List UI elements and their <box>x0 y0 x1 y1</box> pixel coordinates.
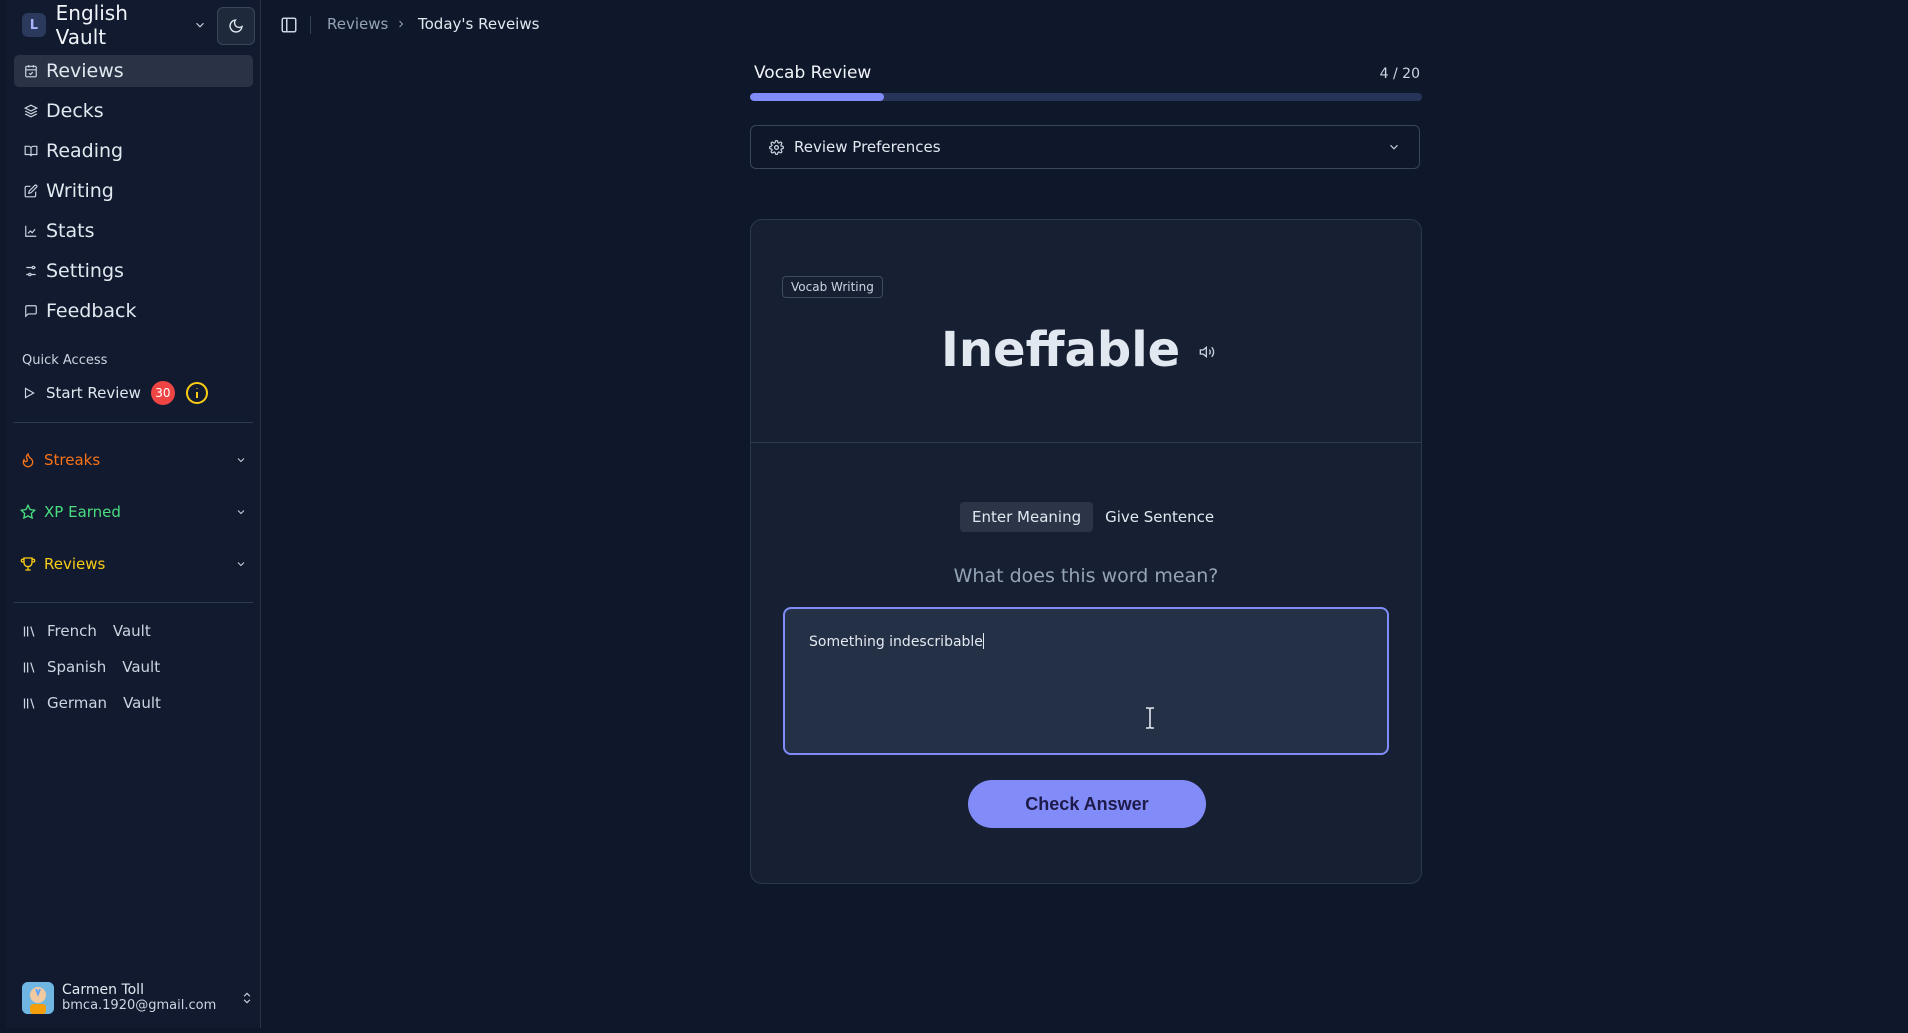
moon-icon <box>228 18 244 34</box>
trophy-icon <box>20 556 36 572</box>
user-menu[interactable]: Carmen Toll bmca.1920@gmail.com <box>22 978 254 1018</box>
xp-section-toggle[interactable]: XP Earned <box>14 497 253 527</box>
card-header: Vocab Writing Ineffable <box>751 220 1421 443</box>
book-open-icon <box>24 144 38 158</box>
nav-item-feedback[interactable]: Feedback <box>14 295 253 327</box>
play-icon <box>22 386 36 400</box>
vault-name: French <box>47 622 97 640</box>
tab-give-sentence[interactable]: Give Sentence <box>1093 502 1226 532</box>
reviews-section-toggle[interactable]: Reviews <box>14 549 253 579</box>
vault-suffix: Vault <box>123 694 161 712</box>
user-email: bmca.1920@gmail.com <box>62 998 217 1013</box>
nav-item-label: Reading <box>46 140 124 162</box>
flame-icon <box>20 452 36 468</box>
breadcrumb-current: Today's Reveiws <box>418 15 540 33</box>
answer-text: Something indescribable <box>809 634 983 650</box>
review-preferences-label: Review Preferences <box>794 138 941 156</box>
vault-item-french[interactable]: French Vault <box>22 619 151 643</box>
xp-earned-label: XP Earned <box>44 503 121 521</box>
message-square-icon <box>24 304 38 318</box>
nav-item-settings[interactable]: Settings <box>14 255 253 287</box>
check-answer-button[interactable]: Check Answer <box>968 780 1206 828</box>
tab-enter-meaning[interactable]: Enter Meaning <box>960 502 1094 532</box>
review-progress-bar <box>750 93 1422 101</box>
text-cursor-icon <box>1143 707 1157 729</box>
nav-item-label: Reviews <box>46 60 124 82</box>
review-preferences-toggle[interactable]: Review Preferences <box>750 125 1420 169</box>
layers-icon <box>24 104 38 118</box>
nav-item-label: Settings <box>46 260 124 282</box>
calendar-check-icon <box>24 64 38 78</box>
chevron-down-icon <box>193 18 207 32</box>
chevron-down-icon <box>235 454 247 466</box>
chevron-down-icon <box>1387 140 1401 154</box>
library-icon <box>22 624 37 639</box>
workspace-name: English Vault <box>55 1 128 49</box>
chevrons-up-down-icon <box>240 991 254 1005</box>
sliders-icon <box>24 264 38 278</box>
chevron-right-icon <box>395 18 407 30</box>
text-caret <box>982 633 984 649</box>
avatar <box>22 982 54 1014</box>
card-type-tag: Vocab Writing <box>782 276 883 298</box>
pencil-square-icon <box>24 184 38 198</box>
theme-toggle-button[interactable] <box>217 7 255 45</box>
breadcrumb-reviews-link[interactable]: Reviews <box>327 15 388 33</box>
divider <box>14 422 253 423</box>
nav-item-stats[interactable]: Stats <box>14 215 253 247</box>
gear-icon <box>769 139 784 155</box>
user-name: Carmen Toll <box>62 982 144 998</box>
start-review-button[interactable]: Start Review 30 <box>22 380 222 406</box>
main-nav: Reviews Decks Reading Writing Stats Sett… <box>14 55 253 335</box>
quick-access-label: Quick Access <box>22 353 108 368</box>
nav-item-label: Writing <box>46 180 114 202</box>
library-icon <box>22 660 37 675</box>
sidebar-toggle-icon[interactable] <box>280 16 298 34</box>
review-progress-fill <box>750 93 885 101</box>
reviews-stat-label: Reviews <box>44 555 106 573</box>
nav-item-decks[interactable]: Decks <box>14 95 253 127</box>
vault-name: German <box>47 694 108 712</box>
answer-input[interactable]: Something indescribable <box>783 607 1389 755</box>
review-progress-count: 4 / 20 <box>1379 66 1420 82</box>
nav-item-label: Decks <box>46 100 104 122</box>
star-icon <box>20 504 36 520</box>
nav-item-label: Stats <box>46 220 95 242</box>
vault-suffix: Vault <box>122 658 161 676</box>
nav-item-writing[interactable]: Writing <box>14 175 253 207</box>
header-separator <box>310 16 311 34</box>
chevron-down-icon <box>235 558 247 570</box>
page-title: Vocab Review <box>754 63 872 83</box>
answer-mode-tabs: Enter Meaning Give Sentence <box>960 502 1226 532</box>
chevron-down-icon <box>235 506 247 518</box>
workspace-logo: L <box>22 13 46 37</box>
sidebar: L English Vault Reviews Decks Reading Wr… <box>6 0 261 1028</box>
nav-item-reviews[interactable]: Reviews <box>14 55 253 87</box>
start-review-label: Start Review <box>46 384 141 402</box>
review-count-badge: 30 <box>150 381 175 405</box>
vault-item-german[interactable]: German Vault <box>22 691 161 715</box>
nav-item-label: Feedback <box>46 300 137 322</box>
info-icon[interactable] <box>185 381 209 405</box>
divider <box>14 602 253 603</box>
vault-suffix: Vault <box>112 622 151 640</box>
nav-item-reading[interactable]: Reading <box>14 135 253 167</box>
vocab-word: Ineffable <box>941 322 1181 378</box>
vault-item-spanish[interactable]: Spanish Vault <box>22 655 160 679</box>
streaks-section-toggle[interactable]: Streaks <box>14 445 253 475</box>
workspace-switcher[interactable]: L English Vault <box>22 1 207 49</box>
review-card: Vocab Writing Ineffable Enter Meaning Gi… <box>750 219 1422 884</box>
chart-line-icon <box>24 224 38 238</box>
vault-name: Spanish <box>47 658 107 676</box>
library-icon <box>22 696 37 711</box>
speaker-icon[interactable] <box>1199 344 1215 360</box>
streaks-label: Streaks <box>44 451 101 469</box>
question-text: What does this word mean? <box>953 565 1219 587</box>
